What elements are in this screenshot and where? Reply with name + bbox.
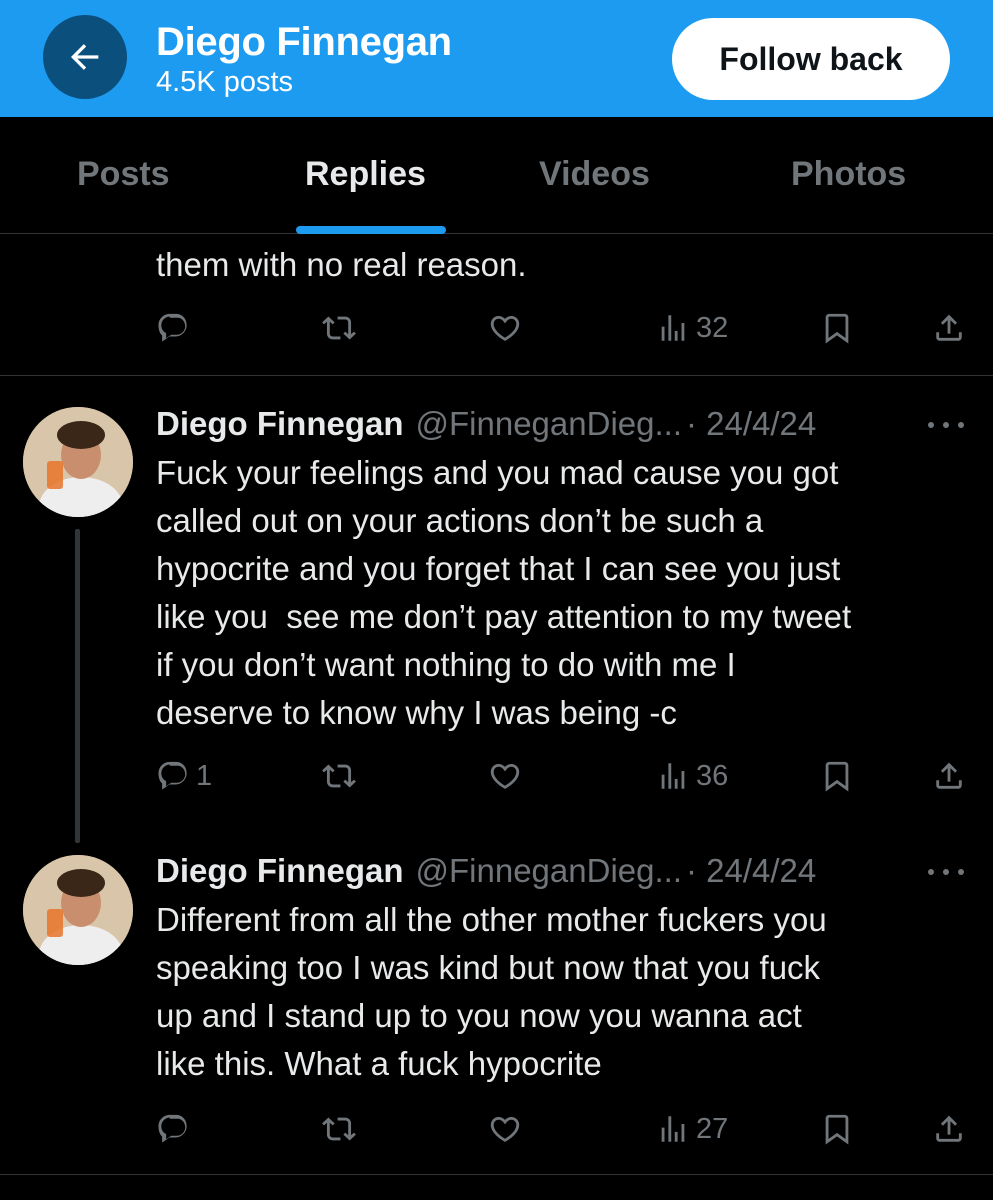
- profile-name: Diego Finnegan: [156, 20, 452, 64]
- like-button[interactable]: [488, 303, 522, 353]
- tab-videos[interactable]: Videos: [539, 155, 650, 194]
- view-count: 36: [696, 759, 729, 792]
- post-meta: Diego Finnegan @FinneganDieg... · 24/4/2…: [156, 400, 816, 448]
- retweet-button[interactable]: [322, 303, 356, 353]
- like-icon: [490, 1116, 520, 1142]
- tab-posts[interactable]: Posts: [77, 155, 170, 194]
- bookmark-icon: [825, 313, 849, 344]
- avatar[interactable]: [23, 855, 133, 965]
- reply-button[interactable]: [156, 303, 196, 353]
- share-button[interactable]: [932, 1104, 966, 1154]
- reply-icon: [158, 313, 187, 342]
- reply-icon: [158, 761, 187, 790]
- share-icon: [936, 1115, 962, 1142]
- views-button[interactable]: 36: [656, 751, 728, 801]
- views-icon: [661, 763, 685, 789]
- tab-photos[interactable]: Photos: [791, 155, 906, 194]
- views-icon: [661, 315, 685, 341]
- views-icon: [661, 1116, 685, 1142]
- share-button[interactable]: [932, 751, 966, 801]
- post-divider: [0, 1174, 993, 1175]
- bookmark-button[interactable]: [820, 751, 854, 801]
- bookmark-button[interactable]: [820, 1104, 854, 1154]
- bookmark-button[interactable]: [820, 303, 854, 353]
- author-handle[interactable]: @FinneganDieg...: [416, 852, 682, 890]
- more-icon: [928, 869, 934, 875]
- post-text: them with no real reason.: [156, 246, 527, 283]
- retweet-icon: [322, 316, 356, 340]
- retweet-icon: [322, 1117, 356, 1141]
- post-text: Fuck your feelings and you mad cause you…: [156, 454, 852, 731]
- retweet-button[interactable]: [322, 751, 356, 801]
- author-name[interactable]: Diego Finnegan: [156, 405, 404, 443]
- view-count: 32: [696, 311, 729, 344]
- more-options-button[interactable]: [924, 857, 968, 887]
- tab-replies[interactable]: Replies: [305, 155, 426, 194]
- post-count: 4.5K posts: [156, 66, 294, 98]
- profile-tabs: Posts Replies Videos Photos: [0, 117, 993, 234]
- profile-header: Diego Finnegan 4.5K posts Follow back: [0, 0, 993, 117]
- post-date[interactable]: · 24/4/24: [686, 405, 816, 443]
- reply-button[interactable]: [156, 1104, 196, 1154]
- views-button[interactable]: 32: [656, 303, 728, 353]
- author-handle[interactable]: @FinneganDieg...: [416, 405, 682, 443]
- post-actions: 27: [0, 1104, 993, 1154]
- back-button[interactable]: [43, 15, 127, 99]
- more-options-button[interactable]: [924, 410, 968, 440]
- avatar[interactable]: [23, 407, 133, 517]
- bookmark-icon: [825, 761, 849, 792]
- like-button[interactable]: [488, 1104, 522, 1154]
- post-date[interactable]: · 24/4/24: [686, 852, 816, 890]
- views-button[interactable]: 27: [656, 1104, 728, 1154]
- post-actions: 1 36: [0, 751, 993, 801]
- view-count: 27: [696, 1112, 729, 1145]
- post-divider: [0, 375, 993, 376]
- bookmark-icon: [825, 1114, 849, 1145]
- reply-count: 1: [196, 759, 213, 792]
- post-text: Different from all the other mother fuck…: [156, 901, 827, 1082]
- retweet-button[interactable]: [322, 1104, 356, 1154]
- share-button[interactable]: [932, 303, 966, 353]
- reply-button[interactable]: 1: [156, 751, 212, 801]
- like-button[interactable]: [488, 751, 522, 801]
- post-actions: 32: [0, 303, 993, 353]
- active-tab-indicator: [296, 226, 446, 234]
- share-icon: [936, 762, 962, 789]
- post-meta: Diego Finnegan @FinneganDieg... · 24/4/2…: [156, 847, 816, 895]
- retweet-icon: [322, 764, 356, 788]
- like-icon: [490, 763, 520, 789]
- like-icon: [490, 315, 520, 341]
- reply-icon: [158, 1114, 187, 1143]
- back-arrow-icon: [71, 44, 99, 70]
- author-name[interactable]: Diego Finnegan: [156, 852, 404, 890]
- follow-back-button[interactable]: Follow back: [672, 18, 950, 100]
- share-icon: [936, 314, 962, 341]
- more-icon: [928, 422, 934, 428]
